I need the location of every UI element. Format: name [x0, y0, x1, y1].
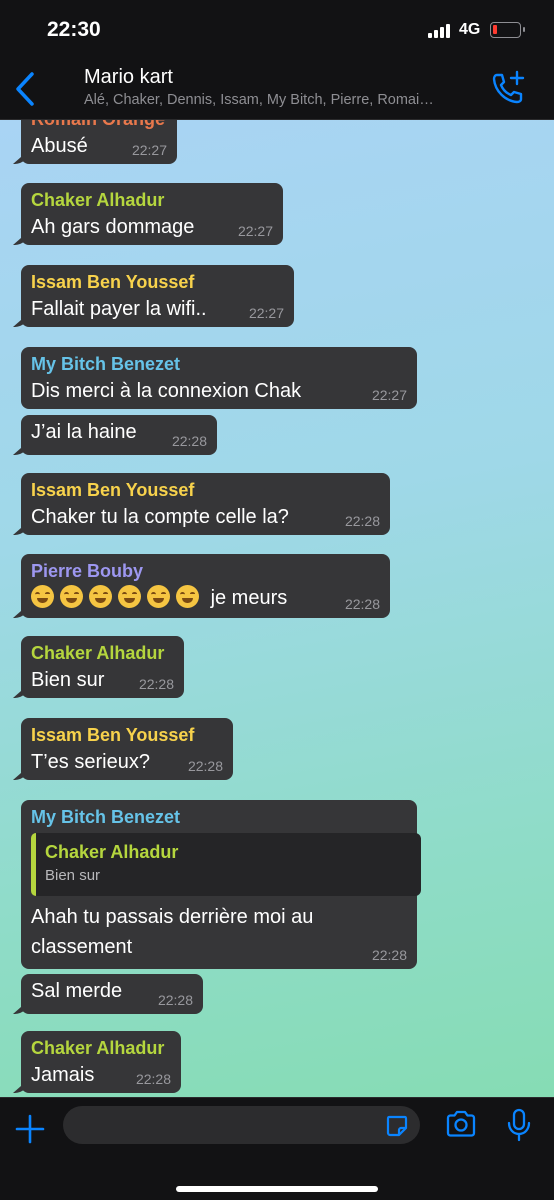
message-time: 22:27	[237, 223, 273, 239]
sticker-button[interactable]	[385, 1114, 409, 1138]
message-bubble[interactable]: J’ai la haine 22:28	[21, 415, 217, 455]
message-bubble[interactable]: Sal merde 22:28	[21, 974, 203, 1014]
back-button[interactable]	[10, 68, 46, 110]
chat-area[interactable]: Romain Orange Abusé 22:27 Chaker Alhadur…	[0, 120, 554, 1097]
signal-icon	[428, 24, 452, 38]
message-sender: Chaker Alhadur	[31, 190, 165, 210]
message-bubble[interactable]: Chaker Alhadur Bien sur 22:28	[21, 636, 184, 698]
message-sender: My Bitch Benezet	[31, 354, 181, 374]
message-time: 22:27	[371, 387, 407, 403]
add-call-button[interactable]	[490, 70, 526, 106]
message-text-line: classement	[31, 936, 133, 958]
top-bar: 22:30 4G Mario kart Alé, Chaker, Dennis,…	[0, 0, 554, 120]
attach-button[interactable]	[14, 1113, 46, 1145]
network-type: 4G	[459, 21, 481, 38]
message-time: 22:28	[187, 758, 223, 774]
message-sender: Issam Ben Youssef	[31, 272, 195, 292]
message-bubble[interactable]: My Bitch Benezet Dis merci à la connexio…	[21, 347, 417, 409]
message-text: Dis merci à la connexion Chak	[31, 380, 302, 402]
message-bubble[interactable]: Issam Ben Youssef T’es serieux? 22:28	[21, 718, 233, 780]
message-bubble[interactable]: Romain Orange Abusé 22:27	[21, 120, 177, 164]
message-time: 22:28	[344, 513, 380, 529]
message-time: 22:28	[138, 676, 174, 692]
message-text: je meurs	[31, 583, 380, 613]
message-bubble[interactable]: Chaker Alhadur Ah gars dommage 22:27	[21, 183, 283, 245]
battery-icon	[490, 22, 525, 38]
message-time: 22:27	[131, 142, 167, 158]
message-text: Ah gars dommage	[31, 216, 195, 238]
chevron-left-icon	[16, 72, 34, 106]
message-bubble[interactable]: Issam Ben Youssef Chaker tu la compte ce…	[21, 473, 390, 535]
laughing-emoji-icon	[89, 585, 112, 608]
message-time: 22:28	[135, 1071, 171, 1087]
laughing-emoji-icon	[147, 585, 170, 608]
message-sender: Chaker Alhadur	[31, 643, 165, 663]
message-time: 22:27	[248, 305, 284, 321]
laughing-emoji-icon	[118, 585, 141, 608]
camera-button[interactable]	[445, 1110, 477, 1138]
message-bubble[interactable]: Chaker Alhadur Jamais 22:28	[21, 1031, 181, 1093]
message-time: 22:28	[371, 947, 407, 963]
message-text-line: Ahah tu passais derrière moi au	[31, 906, 314, 928]
message-time: 22:28	[157, 992, 193, 1008]
message-bubble[interactable]: My Bitch Benezet Chaker Alhadur Bien sur…	[21, 800, 421, 969]
status-time: 22:30	[47, 18, 101, 41]
message-time: 22:28	[344, 596, 380, 612]
message-text: Fallait payer la wifi..	[31, 298, 207, 320]
reply-text: Bien sur	[45, 867, 101, 884]
message-sender: Romain Orange	[31, 120, 167, 131]
message-sender: Chaker Alhadur	[31, 1038, 165, 1058]
camera-icon	[446, 1110, 476, 1137]
message-input[interactable]	[63, 1106, 420, 1144]
laughing-emoji-icon	[31, 585, 54, 608]
message-sender: Issam Ben Youssef	[31, 725, 195, 745]
home-indicator[interactable]	[176, 1186, 378, 1192]
chat-title[interactable]: Mario kart	[84, 66, 173, 89]
sticker-icon	[386, 1115, 408, 1137]
message-bubble[interactable]: Pierre Bouby je meurs 22:28	[21, 554, 390, 618]
laughing-emoji-icon	[176, 585, 199, 608]
voice-message-button[interactable]	[506, 1108, 532, 1142]
message-sender: Pierre Bouby	[31, 561, 144, 581]
reply-sender: Chaker Alhadur	[45, 842, 179, 862]
message-sender: My Bitch Benezet	[31, 807, 181, 827]
message-time: 22:28	[171, 433, 207, 449]
laughing-emoji-icon	[60, 585, 83, 608]
microphone-icon	[507, 1108, 531, 1142]
chat-members[interactable]: Alé, Chaker, Dennis, Issam, My Bitch, Pi…	[84, 92, 484, 108]
message-text-content: je meurs	[210, 587, 288, 609]
plus-icon	[15, 1114, 45, 1144]
message-bubble[interactable]: Issam Ben Youssef Fallait payer la wifi.…	[21, 265, 294, 327]
phone-plus-icon	[492, 70, 525, 104]
message-text: Chaker tu la compte celle la?	[31, 506, 289, 528]
reply-quote[interactable]: Chaker Alhadur Bien sur	[31, 833, 421, 896]
message-sender: Issam Ben Youssef	[31, 480, 195, 500]
composer-bar	[0, 1097, 554, 1200]
